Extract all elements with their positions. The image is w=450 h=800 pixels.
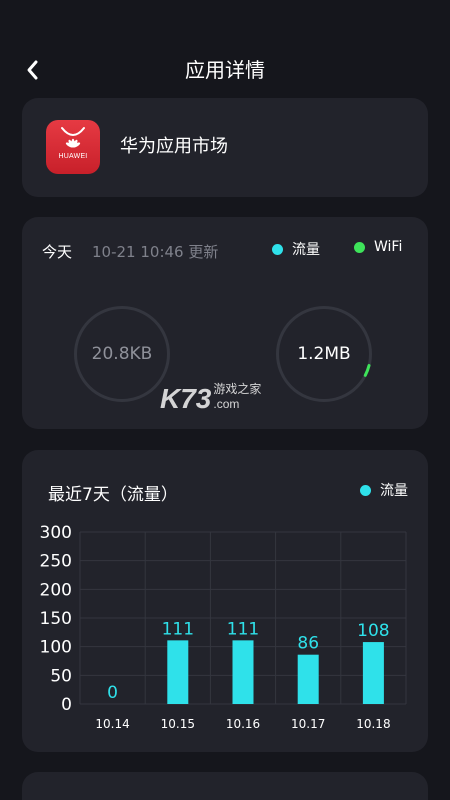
watermark-brand: K73	[160, 383, 212, 414]
wifi-progress-arc	[363, 364, 371, 377]
bar-value-label: 0	[107, 683, 118, 703]
legend-flow: 流量	[272, 239, 320, 259]
bar-10.15	[167, 640, 189, 704]
huawei-appgallery-icon: HUAWEI	[46, 120, 100, 174]
flow-dot-icon	[272, 243, 283, 255]
y-tick-label: 200	[40, 580, 72, 600]
app-card: HUAWEI 华为应用市场	[22, 98, 428, 197]
y-tick-label: 100	[40, 638, 72, 658]
x-tick-label: 10.18	[356, 717, 390, 731]
legend-wifi-label: WiFi	[374, 239, 403, 255]
x-tick-label: 10.15	[161, 717, 195, 731]
wifi-dot-icon	[354, 241, 365, 253]
bar-value-label: 86	[297, 634, 319, 654]
bar-10.18	[362, 642, 384, 704]
top-bar: 应用详情	[0, 0, 450, 100]
watermark-logo: K73 游戏之家 .com	[160, 380, 261, 415]
week-card: 最近7天（流量） 流量 0 50 100 150 200 250 300 0 10.14 111 1…	[22, 450, 428, 752]
shopping-bag-icon	[61, 127, 85, 148]
flow-usage-ring: 20.8KB	[74, 306, 170, 402]
watermark-domain: .com	[213, 397, 240, 411]
x-tick-label: 10.17	[291, 717, 325, 731]
y-tick-label: 250	[40, 552, 72, 572]
app-name: 华为应用市场	[120, 136, 228, 157]
bar-10.16	[232, 640, 254, 704]
bottom-card	[22, 772, 428, 800]
x-tick-label: 10.14	[95, 717, 129, 731]
bar-value-label: 111	[227, 619, 259, 639]
y-tick-label: 300	[40, 523, 72, 543]
x-tick-label: 10.16	[226, 717, 260, 731]
bar-10.17	[297, 654, 319, 704]
flow-usage-value: 20.8KB	[91, 344, 153, 364]
legend-wifi: WiFi	[354, 239, 402, 255]
page-title: 应用详情	[185, 58, 265, 82]
bar-value-label: 111	[162, 619, 194, 639]
app-icon-brand: HUAWEI	[58, 153, 88, 160]
update-time: 10-21 10:46 更新	[92, 243, 219, 261]
y-tick-label: 0	[61, 695, 72, 715]
bar-value-label: 108	[357, 621, 389, 641]
watermark-cn: 游戏之家	[213, 382, 262, 396]
legend-flow-label: 流量	[292, 242, 320, 258]
y-tick-label: 150	[40, 609, 72, 629]
week-bar-chart: 0 50 100 150 200 250 300 0 10.14 111 10.15 111 10.16…	[40, 523, 407, 731]
today-label: 今天	[42, 243, 73, 261]
y-tick-label: 50	[50, 666, 72, 686]
